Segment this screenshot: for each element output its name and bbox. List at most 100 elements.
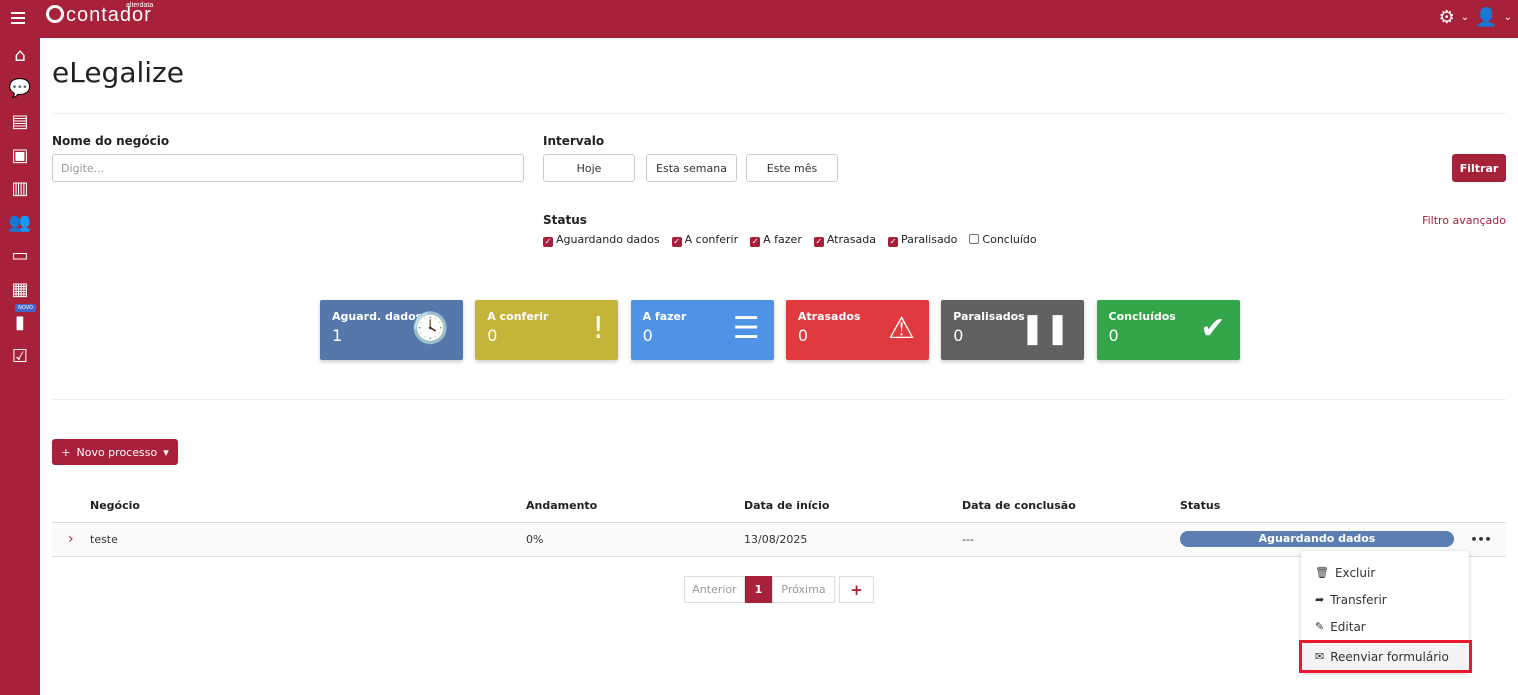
col-conclusao: Data de conclusão xyxy=(962,489,1180,523)
checkbox-label: Paralisado xyxy=(900,233,958,246)
contact-card-icon: ▣ xyxy=(11,144,29,166)
this-week-button[interactable]: Esta semana xyxy=(646,154,737,182)
checkbox-label: Concluído xyxy=(982,233,1037,246)
status-card[interactable]: A fazer 0 ☰ xyxy=(630,300,774,360)
interval-label: Intervalo xyxy=(543,134,605,148)
novo-badge: NOVO xyxy=(15,304,36,312)
menu-item-label: Excluir xyxy=(1334,565,1376,580)
checkbox-icon: ☑ xyxy=(11,345,29,367)
menu-item-pencil[interactable]: ✎ Editar xyxy=(1301,613,1469,640)
warning-icon: ⚠ xyxy=(887,311,915,346)
expand-chevron-icon[interactable]: › xyxy=(52,522,90,557)
clock-icon: 🕓 xyxy=(411,311,449,346)
status-badge: Aguardando dados xyxy=(1180,531,1454,547)
top-bar: contador alterdata ⚙ ⌄ 👤 ⌄ xyxy=(0,0,1518,38)
page-title: eLegalize xyxy=(52,56,184,89)
menu-icon[interactable] xyxy=(11,12,25,27)
status-card[interactable]: Concluídos 0 ✔ xyxy=(1096,300,1240,360)
checkbox[interactable]: ✓ xyxy=(671,237,682,247)
checkbox[interactable]: ✓ xyxy=(813,237,824,247)
page-1-button[interactable]: 1 xyxy=(745,576,772,603)
status-card[interactable]: Aguard. dados 1 🕓 xyxy=(320,300,463,360)
new-process-button[interactable]: + Novo processo ▾ xyxy=(52,439,178,465)
col-status: Status xyxy=(1180,489,1456,523)
menu-item-label: Editar xyxy=(1330,619,1366,634)
status-label: Status xyxy=(543,213,587,227)
chat-icon: 💬 xyxy=(8,77,32,99)
advanced-filter-link[interactable]: Filtro avançado xyxy=(1422,214,1506,227)
pagination: Anterior 1 Próxima + xyxy=(684,576,874,603)
col-inicio: Data de início xyxy=(744,489,962,523)
status-checkbox-3[interactable]: ✓ Atrasada xyxy=(813,233,876,247)
user-icon[interactable]: 👤 xyxy=(1475,7,1497,28)
sidebar-item-checkbox[interactable]: ☑ xyxy=(0,340,40,374)
prev-page-button[interactable]: Anterior xyxy=(684,576,745,603)
chevron-down-icon[interactable]: ⌄ xyxy=(1461,12,1469,23)
checkbox-label: A fazer xyxy=(763,233,802,246)
name-label: Nome do negócio xyxy=(52,134,170,148)
process-table: Negócio Andamento Data de início Data de… xyxy=(52,489,1506,557)
status-card[interactable]: Paralisados 0 ❚❚ xyxy=(941,300,1085,360)
credit-card-icon: ▭ xyxy=(11,245,29,267)
card-value: 0 xyxy=(487,326,498,345)
checkbox-label: Aguardando dados xyxy=(556,233,660,246)
building-icon: ▥ xyxy=(11,178,29,200)
checkbox-label: A conferir xyxy=(684,233,739,246)
today-button[interactable]: Hoje xyxy=(543,154,635,182)
share-icon: ➦ xyxy=(1315,593,1325,606)
menu-item-label: Reenviar formulário xyxy=(1330,649,1449,664)
plus-icon: + xyxy=(61,445,71,459)
status-card[interactable]: A conferir 0! xyxy=(475,300,619,360)
add-page-button[interactable]: + xyxy=(839,576,874,603)
sidebar-item-users[interactable]: 👥 xyxy=(0,206,40,240)
exclamation-icon: ! xyxy=(592,311,605,346)
col-andamento: Andamento xyxy=(526,489,744,523)
sidebar-item-document[interactable]: ▤ xyxy=(0,105,40,139)
status-checkbox-1[interactable]: ✓ A conferir xyxy=(671,233,739,247)
card-title: A conferir xyxy=(487,310,549,323)
sidebar-item-credit-card[interactable]: ▭ xyxy=(0,239,40,273)
col-negocio: Negócio xyxy=(90,489,526,523)
list-icon: ☰ xyxy=(732,311,760,346)
sidebar-item-chart[interactable]: ▮ NOVO xyxy=(0,304,40,340)
table-row[interactable]: › teste 0% 13/08/2025 --- Aguardando dad… xyxy=(52,522,1506,557)
status-checkbox-0[interactable]: ✓ Aguardando dados xyxy=(543,233,660,247)
menu-item-trash[interactable]: 🗑 Excluir xyxy=(1301,559,1469,586)
home-icon: ⌂ xyxy=(14,45,26,67)
chevron-down-icon[interactable]: ⌄ xyxy=(1504,12,1512,23)
checkbox[interactable]: ✓ xyxy=(887,237,898,247)
sidebar-item-contact-card[interactable]: ▣ xyxy=(0,139,40,173)
envelope-icon: ✉ xyxy=(1315,650,1325,663)
status-checkbox-5[interactable]: Concluído xyxy=(969,233,1037,247)
checkbox[interactable]: ✓ xyxy=(750,237,761,247)
calculator-icon: ▦ xyxy=(11,278,29,300)
this-month-button[interactable]: Este mês xyxy=(746,154,838,182)
menu-item-envelope[interactable]: ✉ Reenviar formulário xyxy=(1299,640,1472,673)
checkbox-label: Atrasada xyxy=(826,233,876,246)
next-page-button[interactable]: Próxima xyxy=(772,576,835,603)
logo[interactable]: contador alterdata xyxy=(46,2,153,27)
sidebar-item-building[interactable]: ▥ xyxy=(0,172,40,206)
gear-icon[interactable]: ⚙ xyxy=(1439,7,1455,28)
sidebar-item-calculator[interactable]: ▦ xyxy=(0,273,40,307)
chart-icon: ▮ xyxy=(15,312,25,334)
filter-button[interactable]: Filtrar xyxy=(1452,154,1506,182)
sidebar-item-home[interactable]: ⌂ xyxy=(0,38,40,72)
users-icon: 👥 xyxy=(8,211,32,233)
status-checkbox-2[interactable]: ✓ A fazer xyxy=(750,233,802,247)
document-icon: ▤ xyxy=(11,111,29,133)
name-input[interactable]: Digite... xyxy=(52,154,524,182)
sidebar-item-chat[interactable]: 💬 xyxy=(0,72,40,106)
divider xyxy=(52,399,1506,400)
menu-item-share[interactable]: ➦ Transferir xyxy=(1301,586,1469,613)
status-checkbox-4[interactable]: ✓ Paralisado xyxy=(887,233,958,247)
pause-icon: ❚❚ xyxy=(1019,311,1071,346)
checkbox[interactable]: ✓ xyxy=(543,237,553,247)
checkbox[interactable] xyxy=(969,234,980,244)
main-content: eLegalize Nome do negócio Digite... Inte… xyxy=(52,38,1506,673)
status-card[interactable]: Atrasados 0 ⚠ xyxy=(785,300,929,360)
check-icon: ✔ xyxy=(1200,311,1226,346)
divider xyxy=(52,113,1506,114)
caret-down-icon: ▾ xyxy=(163,445,169,459)
menu-item-label: Transferir xyxy=(1330,592,1387,607)
